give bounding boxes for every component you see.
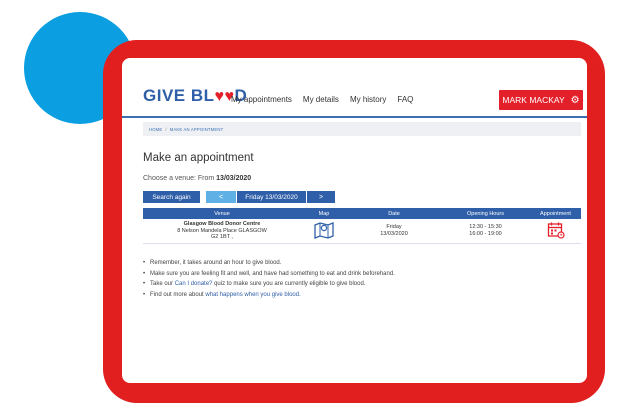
nav-my-appointments[interactable]: My appointments bbox=[231, 95, 292, 104]
gear-icon: ⚙ bbox=[570, 94, 580, 106]
note-item: • Make sure you are feeling fit and well,… bbox=[143, 269, 395, 280]
bullet-icon: • bbox=[143, 281, 146, 287]
previous-date-button[interactable]: < bbox=[206, 191, 236, 203]
venue-prefix: Choose a venue: From bbox=[143, 175, 215, 182]
header-appointment: Appointment bbox=[540, 210, 571, 217]
venue-name: Glasgow Blood Donor Centre bbox=[183, 220, 261, 227]
nav-my-history[interactable]: My history bbox=[350, 95, 386, 104]
bullet-icon: • bbox=[143, 291, 146, 298]
header-venue: Venue bbox=[214, 210, 230, 217]
logo-text-prefix: GIVE BL bbox=[143, 86, 215, 105]
map-icon[interactable] bbox=[314, 221, 334, 239]
can-i-donate-link[interactable]: Can I donate? bbox=[175, 281, 213, 287]
venue-address-line-2: G2 1BT , bbox=[211, 234, 233, 241]
app-screen: GIVE BL♥♥D My appointments My details My… bbox=[122, 58, 587, 383]
appointment-cell bbox=[530, 221, 581, 241]
header-opening-hours: Opening Hours bbox=[467, 210, 504, 217]
breadcrumb-home[interactable]: HOME bbox=[149, 127, 162, 132]
appointments-table: Venue Map Date Opening Hours Appointment… bbox=[143, 208, 581, 244]
note-item: • Remember, it takes around an hour to gi… bbox=[143, 258, 395, 269]
map-cell bbox=[301, 221, 347, 241]
date-selector[interactable]: Friday 13/03/2020 bbox=[237, 191, 306, 203]
nav-my-details[interactable]: My details bbox=[303, 95, 339, 104]
date-value: 13/03/2020 bbox=[380, 231, 408, 237]
next-date-button[interactable]: > bbox=[307, 191, 335, 203]
note-text: Make sure you are feeling fit and well, … bbox=[150, 270, 395, 277]
note-item: • Take our Can I donate? quiz to make sur… bbox=[143, 279, 395, 290]
header-map: Map bbox=[318, 210, 330, 217]
bullet-icon: • bbox=[143, 270, 146, 277]
venue-address-line-1: 8 Nelson Mandela Place GLASGOW bbox=[177, 227, 267, 234]
calendar-icon[interactable] bbox=[547, 221, 565, 239]
hours-slot-1: 12:30 - 15:30 bbox=[469, 224, 502, 231]
nav-faq[interactable]: FAQ bbox=[397, 95, 413, 104]
hours-cell: 12:30 - 15:30 16:00 - 19:00 bbox=[441, 224, 530, 238]
search-again-button[interactable]: Search again bbox=[143, 191, 200, 203]
date-day: Friday bbox=[386, 224, 402, 231]
header: GIVE BL♥♥D My appointments My details My… bbox=[122, 58, 587, 118]
bullet-icon: • bbox=[143, 260, 146, 266]
note-text: quiz to make sure you are currently elig… bbox=[214, 281, 366, 287]
user-menu-button[interactable]: MARK MACKAY ⚙ bbox=[499, 90, 583, 110]
hours-slot-2: 16:00 - 19:00 bbox=[469, 231, 502, 237]
note-text: Find out more about bbox=[150, 291, 204, 298]
venue-cell: Glasgow Blood Donor Centre 8 Nelson Mand… bbox=[143, 221, 301, 242]
breadcrumb-separator: / bbox=[165, 126, 167, 132]
note-text: Remember, it takes around an hour to giv… bbox=[150, 260, 282, 266]
venue-filter-text: Choose a venue: From 13/03/2020 bbox=[143, 175, 251, 182]
table-header-row: Venue Map Date Opening Hours Appointment bbox=[143, 208, 581, 219]
date-cell: Friday 13/03/2020 bbox=[347, 224, 441, 238]
breadcrumb-current: MAKE AN APPOINTMENT bbox=[169, 126, 224, 132]
venue-from-date: 13/03/2020 bbox=[216, 175, 252, 182]
what-happens-link[interactable]: what happens when you give blood. bbox=[205, 292, 300, 298]
note-item: • Find out more about what happens when y… bbox=[143, 290, 395, 301]
page-title: Make an appointment bbox=[143, 152, 254, 164]
header-date: Date bbox=[388, 210, 400, 217]
note-text: Take our bbox=[150, 281, 174, 287]
breadcrumb: HOME / MAKE AN APPOINTMENT bbox=[143, 122, 581, 136]
main-nav: My appointments My details My history FA… bbox=[231, 95, 413, 104]
info-notes: • Remember, it takes around an hour to gi… bbox=[143, 258, 395, 300]
table-row: Glasgow Blood Donor Centre 8 Nelson Mand… bbox=[143, 219, 581, 244]
user-name: MARK MACKAY bbox=[502, 95, 565, 105]
